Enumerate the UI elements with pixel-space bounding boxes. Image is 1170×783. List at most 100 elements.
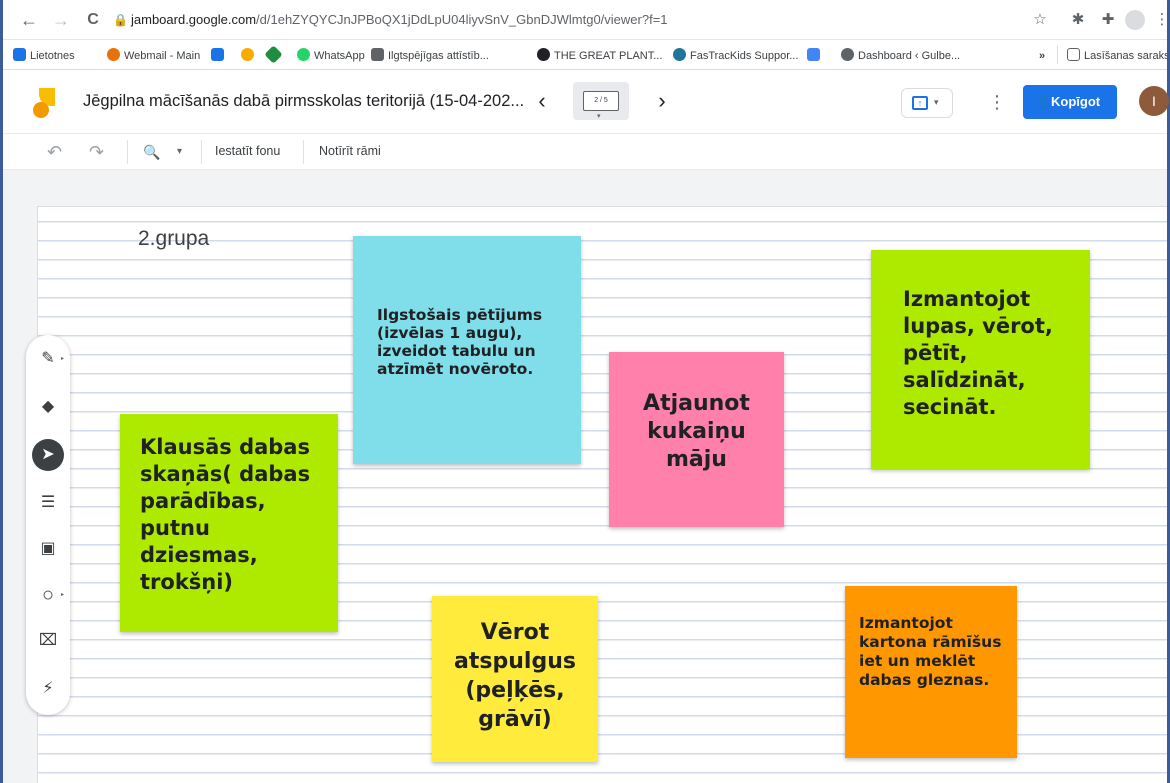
set-background-button[interactable]: Iestatīt fonu [215, 144, 280, 158]
bookmark-icon [241, 48, 254, 61]
puzzle-icon[interactable]: ✚ [1097, 9, 1119, 31]
bookmark-4[interactable] [241, 48, 258, 64]
lock-icon: 🔒 [113, 13, 128, 27]
bookmarks-overflow[interactable]: » [1039, 48, 1045, 64]
jamboard-header: Jēgpilna mācīšanās dabā pirmsskolas teri… [3, 70, 1169, 134]
browser-toolbar: ← → C 🔒 jamboard.google.com/d/1ehZYQYCJnJ… [3, 0, 1170, 40]
bookmark-label: Webmail - Main [124, 50, 201, 62]
chevron-right-icon: ▸ [60, 592, 64, 598]
bookmark-icon [264, 45, 283, 64]
person-add-icon: 👤 [1035, 94, 1052, 109]
reload-icon[interactable]: C [81, 8, 105, 32]
bookmark-label: Lasīšanas saraksts [1084, 50, 1167, 62]
sticky-note[interactable]: Izmantojot lupas, vērot, pētīt, salīdzin… [871, 250, 1090, 469]
bookmarks-bar: Lietotnes Webmail - Main WhatsApp Ilgtsp… [3, 40, 1167, 70]
bookmark-label: FasTracKids Suppor... [690, 50, 799, 62]
chevron-right-icon: ▸ [60, 356, 64, 362]
sticky-note[interactable]: Atjaunot kukaiņu māju [609, 352, 784, 527]
bookmark-apps[interactable]: Lietotnes [13, 48, 75, 64]
sticky-note-text: Ilgstošais pētījums (izvēlas 1 augu), iz… [377, 306, 543, 378]
jam-title[interactable]: Jēgpilna mācīšanās dabā pirmsskolas teri… [83, 92, 524, 111]
bookmark-dashboard[interactable]: Dashboard ‹ Gulbe... [841, 48, 960, 64]
profile-icon[interactable] [1125, 10, 1145, 30]
chevron-down-icon[interactable]: ▾ [177, 140, 182, 164]
address-bar[interactable]: 🔒 jamboard.google.com/d/1ehZYQYCJnJPBoQX1… [113, 6, 1123, 34]
bookmark-icon [211, 48, 224, 61]
clear-frame-button[interactable]: Notīrīt rāmi [319, 144, 381, 158]
bookmark-3[interactable] [211, 48, 228, 64]
wordpress-icon [673, 48, 686, 61]
bookmark-icon [371, 48, 384, 61]
divider [201, 140, 202, 164]
bookmark-5[interactable] [264, 45, 284, 64]
share-button[interactable]: 👤 Kopīgot [1023, 85, 1117, 119]
bookmark-label: Ilgtspējīgas attīstīb... [388, 50, 489, 62]
chevron-down-icon: ▾ [597, 113, 601, 120]
redo-icon[interactable]: ↷ [89, 140, 104, 164]
divider [303, 140, 304, 164]
zoom-icon[interactable]: 🔍 [143, 140, 160, 164]
bookmark-label: WhatsApp [314, 50, 365, 62]
circle-icon[interactable]: ○ ▸ [32, 579, 64, 611]
frame-indicator: 2 / 5 [583, 91, 619, 111]
pen-glyph: ✎ [41, 350, 55, 367]
sticky-note-text: Atjaunot kukaiņu māju [643, 391, 750, 472]
avatar[interactable]: I [1139, 86, 1169, 116]
star-icon[interactable]: ☆ [1029, 9, 1051, 31]
sticky-note-text: Klausās dabas skaņās( dabas parādības, p… [140, 435, 311, 594]
chevron-left-icon[interactable]: ‹ [530, 88, 554, 114]
divider [127, 140, 128, 164]
bookmark-ilgtspejigas[interactable]: Ilgtspējīgas attīstīb... [371, 48, 489, 64]
jamboard-toolbar: ↶ ↷ 🔍 ▾ Iestatīt fonu Notīrīt rāmi [3, 134, 1167, 170]
laser-icon[interactable]: ⚡ [32, 673, 64, 705]
tool-rail: ✎ ▸ ◆ ➤ ☰ ▣ ○ ▸ ⌧ ⚡ [26, 335, 70, 715]
whatsapp-icon [297, 48, 310, 61]
bookmark-webmail[interactable]: Webmail - Main [107, 48, 200, 64]
bookmark-great-plant[interactable]: THE GREAT PLANT... [537, 48, 662, 64]
back-icon[interactable]: ← [17, 8, 41, 32]
apps-icon [13, 48, 26, 61]
image-icon[interactable]: ▣ [32, 533, 64, 565]
forward-icon[interactable]: → [49, 8, 73, 32]
pen-icon[interactable]: ✎ ▸ [32, 343, 64, 375]
divider [1057, 46, 1058, 64]
frame-selector[interactable]: 2 / 5 ▾ [573, 82, 629, 120]
url-path: /d/1ehZYQYCJnJPBoQX1jDdLpU04liyvSnV_GbnD… [256, 12, 668, 27]
jam-board[interactable]: 2.grupa Klausās dabas skaņās( dabas parā… [37, 206, 1167, 783]
bookmark-translate[interactable] [807, 48, 824, 64]
bookmark-label: Lietotnes [30, 50, 75, 62]
sticky-note-text: Izmantojot kartona rāmīšus iet un meklēt… [859, 614, 1002, 689]
sticky-note[interactable]: Ilgstošais pētījums (izvēlas 1 augu), iz… [353, 236, 581, 464]
present-icon: ↑ [912, 96, 928, 110]
reading-list[interactable]: Lasīšanas saraksts [1067, 48, 1167, 64]
webmail-icon [107, 48, 120, 61]
present-button[interactable]: ↑ ▾ [901, 88, 953, 118]
bookmark-label: Dashboard ‹ Gulbe... [858, 50, 961, 62]
jamboard-logo-icon[interactable] [33, 88, 55, 118]
bookmark-fastrackids[interactable]: FasTracKids Suppor... [673, 48, 798, 64]
reading-list-icon [1067, 48, 1080, 61]
sticky-note-icon[interactable]: ☰ [32, 487, 64, 519]
extension-icon[interactable]: ✱ [1067, 9, 1089, 31]
bookmark-label: THE GREAT PLANT... [554, 50, 663, 62]
chevron-down-icon: ▾ [934, 97, 939, 107]
more-options-icon[interactable]: ⋮ [988, 90, 1006, 114]
sticky-note[interactable]: Izmantojot kartona rāmīšus iet un meklēt… [845, 586, 1017, 758]
sticky-note[interactable]: Vērot atspulgus (peļķēs, grāvī) [432, 596, 598, 762]
bookmark-whatsapp[interactable]: WhatsApp [297, 48, 365, 64]
board-label[interactable]: 2.grupa [138, 227, 209, 251]
share-label: Kopīgot [1051, 94, 1101, 109]
menu-icon[interactable]: ⋮ [1151, 9, 1170, 31]
text-box-icon[interactable]: ⌧ [32, 625, 64, 657]
canvas-area: 2.grupa Klausās dabas skaņās( dabas parā… [3, 170, 1167, 783]
globe-icon [841, 48, 854, 61]
circle-glyph: ○ [41, 584, 55, 606]
sticky-note-text: Izmantojot lupas, vērot, pētīt, salīdzin… [903, 287, 1053, 419]
translate-icon [807, 48, 820, 61]
url-host: jamboard.google.com [131, 12, 257, 27]
chevron-right-icon[interactable]: › [650, 88, 674, 114]
sticky-note[interactable]: Klausās dabas skaņās( dabas parādības, p… [120, 414, 338, 632]
undo-icon[interactable]: ↶ [47, 140, 62, 164]
select-icon[interactable]: ➤ [32, 439, 64, 471]
eraser-icon[interactable]: ◆ [32, 391, 64, 423]
